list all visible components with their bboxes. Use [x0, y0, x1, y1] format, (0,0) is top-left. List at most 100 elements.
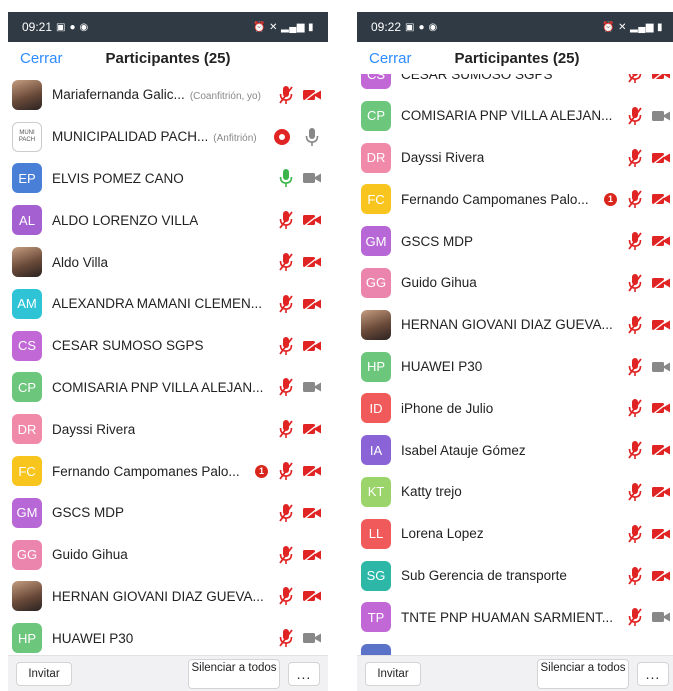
- avatar: CP: [361, 100, 391, 131]
- mute-status-icon: ✕: [618, 21, 628, 33]
- participant-row[interactable]: HP HUAWEI P30: [357, 346, 673, 388]
- close-button[interactable]: Cerrar: [369, 50, 412, 67]
- participant-row[interactable]: AM ALEXANDRA MAMANI CLEMEN...: [8, 283, 328, 325]
- video-off-icon: [651, 148, 671, 168]
- participant-status-icons: [274, 127, 328, 147]
- avatar: GG: [12, 539, 42, 570]
- participant-row[interactable]: CP COMISARIA PNP VILLA ALEJAN...: [357, 95, 673, 137]
- participant-row[interactable]: GG Guido Gihua: [357, 262, 673, 304]
- avatar: CS: [361, 74, 391, 89]
- mic-muted-icon: [625, 482, 645, 502]
- participant-row[interactable]: CS CESAR SUMOSO SGPS: [357, 74, 673, 95]
- video-off-icon: [651, 189, 671, 209]
- avatar-photo: [12, 79, 42, 110]
- chat-notification-icon: ◉: [79, 21, 89, 33]
- gallery-notification-icon: ▣: [405, 21, 415, 33]
- mic-muted-icon: [276, 419, 296, 439]
- participant-status-icons: 1: [604, 189, 673, 209]
- participant-list[interactable]: CS CESAR SUMOSO SGPS CP COMISARIA PNP VILLA…: [357, 74, 673, 655]
- avatar: ID: [361, 393, 391, 424]
- avatar: GM: [361, 226, 391, 257]
- video-off-icon: [302, 294, 322, 314]
- participant-row[interactable]: IA Isabel Atauje Gómez: [357, 429, 673, 471]
- participant-row[interactable]: FC Fernando Campomanes Palo... 1: [357, 179, 673, 221]
- participant-row[interactable]: GG Guido Gihua: [8, 534, 328, 576]
- participant-list[interactable]: Mariafernanda Galic... (Coanfitrión, yo) M…: [8, 74, 328, 655]
- avatar: HP: [361, 351, 391, 382]
- video-icon: [302, 377, 322, 397]
- participant-row[interactable]: AL ALDO LORENZO VILLA: [8, 199, 328, 241]
- participant-status-icons: [625, 74, 673, 84]
- close-button[interactable]: Cerrar: [20, 50, 63, 67]
- participant-row[interactable]: EP ELVIS POMEZ CANO: [8, 158, 328, 200]
- participant-name-wrap: TNTE PNP HUAMAN SARMIENT...: [401, 610, 625, 625]
- participant-row[interactable]: LL Lorena Lopez: [357, 513, 673, 555]
- video-off-icon: [651, 231, 671, 251]
- participant-row[interactable]: DR Dayssi Rivera: [8, 408, 328, 450]
- participant-row[interactable]: DR Dayssi Rivera: [357, 137, 673, 179]
- avatar: DR: [361, 142, 391, 173]
- participant-name-wrap: Katty trejo: [401, 484, 625, 499]
- mute-all-button[interactable]: Silenciar a todos: [188, 658, 280, 689]
- participant-status-icons: [625, 482, 673, 502]
- more-options-button[interactable]: ...: [637, 661, 669, 686]
- mic-muted-icon: [625, 273, 645, 293]
- participant-name: Dayssi Rivera: [401, 150, 485, 166]
- video-icon: [302, 168, 322, 188]
- participant-name: iPhone de Julio: [401, 400, 494, 416]
- participant-status-icons: [625, 440, 673, 460]
- participant-name: COMISARIA PNP VILLA ALEJAN...: [52, 379, 264, 395]
- participant-name-wrap: COMISARIA PNP VILLA ALEJAN...: [52, 380, 276, 395]
- mic-icon: [302, 127, 322, 147]
- participant-row[interactable]: CP COMISARIA PNP VILLA ALEJAN...: [8, 367, 328, 409]
- battery-icon: ▮: [656, 21, 663, 33]
- recording-icon: [274, 128, 290, 145]
- participant-row[interactable]: HERNAN GIOVANI DIAZ GUEVA...: [8, 576, 328, 618]
- video-off-icon: [302, 252, 322, 272]
- invite-button[interactable]: Invitar: [365, 661, 421, 686]
- video-icon: [651, 357, 671, 377]
- participant-name: HUAWEI P30: [401, 359, 483, 375]
- participant-row[interactable]: TP TNTE PNP HUAMAN SARMIENT...: [357, 596, 673, 638]
- participant-row[interactable]: FC Fernando Campomanes Palo... 1: [8, 450, 328, 492]
- participant-name: HERNAN GIOVANI DIAZ GUEVA...: [52, 588, 264, 604]
- video-off-icon: [302, 545, 322, 565]
- video-icon: [302, 628, 322, 648]
- invite-button[interactable]: Invitar: [16, 661, 72, 686]
- participant-row[interactable]: ID iPhone de Julio: [357, 387, 673, 429]
- mic-muted-icon: [276, 586, 296, 606]
- participant-row[interactable]: Aldo Villa: [8, 241, 328, 283]
- participant-row[interactable]: HERNAN GIOVANI DIAZ GUEVA...: [357, 304, 673, 346]
- video-icon: [651, 106, 671, 126]
- mic-muted-icon: [276, 503, 296, 523]
- participant-row[interactable]: Mariafernanda Galic... (Coanfitrión, yo): [8, 74, 328, 116]
- video-off-icon: [651, 440, 671, 460]
- participant-row[interactable]: CS CESAR SUMOSO SGPS: [8, 325, 328, 367]
- more-options-button[interactable]: ...: [288, 661, 320, 686]
- participant-row[interactable]: KT Katty trejo: [357, 471, 673, 513]
- avatar-photo: [12, 581, 42, 612]
- participant-status-icons: [276, 168, 328, 188]
- participant-row[interactable]: [357, 638, 673, 655]
- participant-name: ALDO LORENZO VILLA: [52, 212, 199, 228]
- mic-muted-icon: [625, 106, 645, 126]
- participant-row[interactable]: GM GSCS MDP: [8, 492, 328, 534]
- facebook-notification-icon: ●: [418, 21, 425, 33]
- signal-icon: ▂▄▆: [281, 21, 305, 33]
- participant-name: HUAWEI P30: [52, 630, 134, 646]
- participant-name: TNTE PNP HUAMAN SARMIENT...: [401, 609, 614, 625]
- participant-row[interactable]: HP HUAWEI P30: [8, 617, 328, 655]
- mic-muted-icon: [625, 148, 645, 168]
- participant-row[interactable]: GM GSCS MDP: [357, 220, 673, 262]
- participant-name-wrap: COMISARIA PNP VILLA ALEJAN...: [401, 108, 625, 123]
- participant-row[interactable]: MUNI PACH MUNICIPALIDAD PACH... (Anfitrión…: [8, 116, 328, 158]
- video-off-icon: [302, 336, 322, 356]
- participants-header: Cerrar Participantes (25): [8, 42, 328, 74]
- participant-name: MUNICIPALIDAD PACH...: [52, 129, 209, 145]
- participant-name: Mariafernanda Galic...: [52, 87, 185, 103]
- mute-all-button[interactable]: Silenciar a todos: [537, 658, 629, 689]
- video-off-icon: [651, 74, 671, 84]
- participant-row[interactable]: SG Sub Gerencia de transporte: [357, 555, 673, 597]
- video-off-icon: [302, 85, 322, 105]
- video-off-icon: [651, 482, 671, 502]
